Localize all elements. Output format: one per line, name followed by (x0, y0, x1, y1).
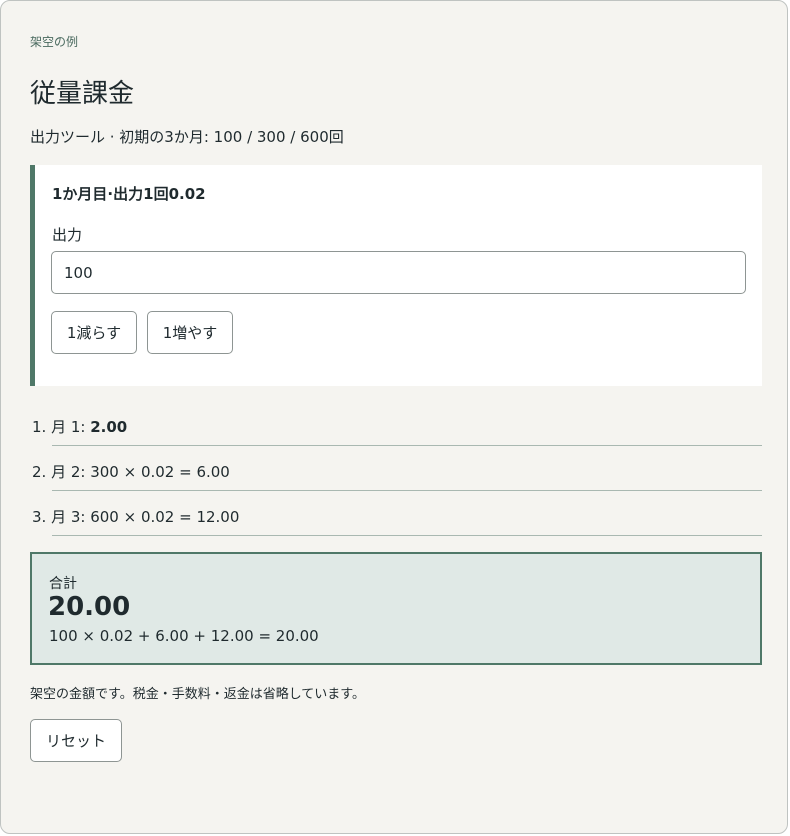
decrement-button[interactable]: 1減らす (51, 311, 137, 354)
reset-button[interactable]: リセット (30, 719, 122, 762)
list-item-month-1: 1. 月 1: 2.00 (30, 401, 762, 446)
month-3-text: 3. 月 3: 600 × 0.02 = 12.00 (32, 508, 240, 526)
monthly-breakdown-list: 1. 月 1: 2.00 2. 月 2: 300 × 0.02 = 6.00 3… (30, 401, 762, 536)
month-1-prefix: 1. 月 1: (32, 418, 91, 436)
page-subtitle: 出力ツール · 初期の3か月: 100 / 300 / 600回 (30, 128, 344, 146)
total-value: 20.00 (48, 592, 131, 622)
list-item-month-2: 2. 月 2: 300 × 0.02 = 6.00 (30, 446, 762, 491)
month-input-panel: 1か月目·出力1回0.02 出力 1減らす 1増やす (30, 165, 762, 386)
output-count-input[interactable] (51, 251, 746, 294)
month-1-amount: 2.00 (90, 418, 128, 436)
page-title: 従量課金 (30, 79, 135, 109)
disclaimer-note: 架空の金額です。税金・手数料・返金は省略しています。 (30, 687, 366, 702)
divider (52, 535, 762, 536)
list-item-month-3: 3. 月 3: 600 × 0.02 = 12.00 (30, 491, 762, 536)
panel-heading: 1か月目·出力1回0.02 (52, 185, 206, 203)
increment-button[interactable]: 1増やす (147, 311, 233, 354)
month-2-text: 2. 月 2: 300 × 0.02 = 6.00 (32, 463, 230, 481)
month-1-text: 1. 月 1: 2.00 (32, 416, 127, 437)
total-label: 合計 (49, 576, 77, 592)
eyebrow-label: 架空の例 (30, 35, 79, 49)
total-summary-box: 合計 20.00 100 × 0.02 + 6.00 + 12.00 = 20.… (30, 552, 762, 665)
billing-card: 架空の例 従量課金 出力ツール · 初期の3か月: 100 / 300 / 60… (0, 0, 788, 834)
output-field-label: 出力 (52, 226, 83, 244)
total-formula: 100 × 0.02 + 6.00 + 12.00 = 20.00 (49, 627, 319, 645)
